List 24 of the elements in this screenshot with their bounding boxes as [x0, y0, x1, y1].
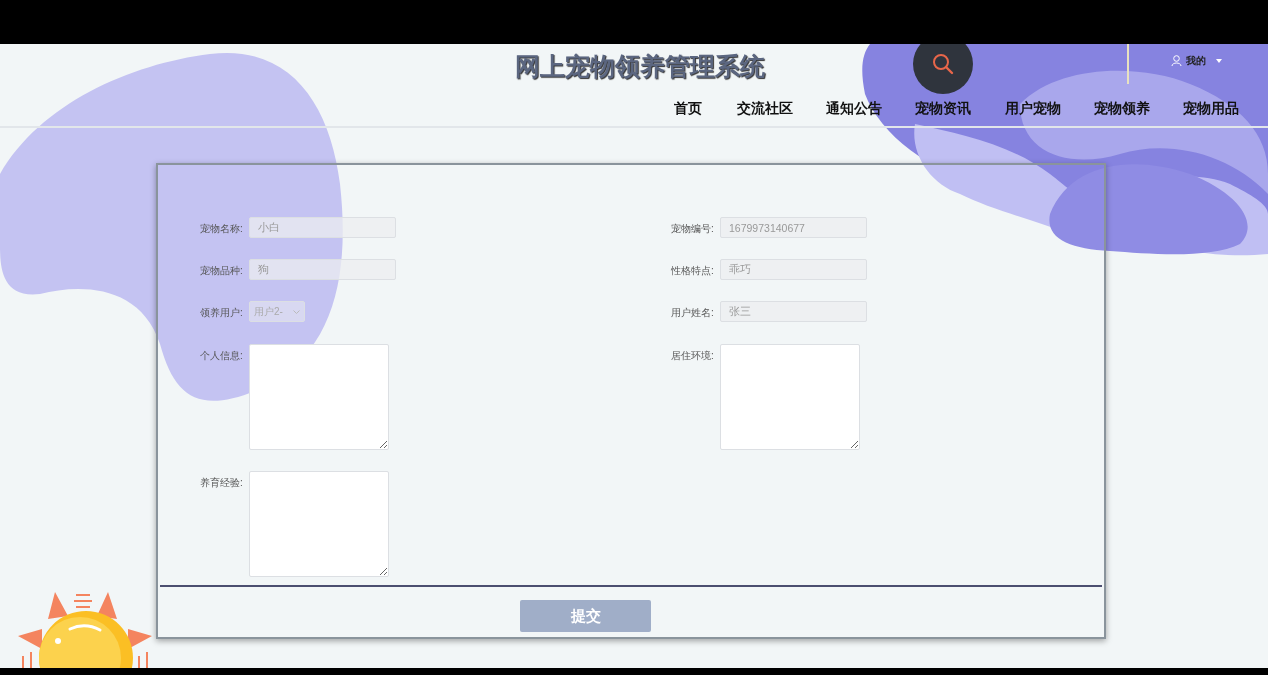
field-label: 个人信息:: [200, 348, 244, 363]
text-area[interactable]: [249, 343, 389, 450]
user-menu[interactable]: 我的: [1165, 52, 1228, 69]
text-area[interactable]: [720, 343, 860, 450]
nav-link[interactable]: 首页: [674, 101, 702, 116]
field-label: 养育经验:: [200, 475, 244, 490]
site-title: 网上宠物领养管理系统: [515, 51, 765, 82]
field-label: 宠物品种:: [200, 264, 244, 279]
nav-link[interactable]: 交流社区: [737, 101, 793, 116]
field-label: 领养用户:: [200, 306, 244, 321]
caret-icon: [1216, 58, 1222, 63]
nav-link[interactable]: 宠物用品: [1183, 101, 1239, 116]
field-label: 居住环境:: [671, 348, 715, 363]
nav-link[interactable]: 宠物领养: [1094, 101, 1150, 116]
field-label: 用户姓名:: [671, 306, 715, 321]
field-label: 宠物名称:: [200, 222, 244, 236]
text-area[interactable]: [249, 470, 389, 577]
search-icon: [932, 53, 954, 75]
user-icon: [1171, 55, 1182, 66]
chevron-icon: [293, 309, 300, 314]
field-label: 性格特点:: [671, 264, 715, 279]
field-label: 宠物编号:: [671, 222, 715, 236]
nav-link[interactable]: 宠物资讯: [915, 101, 971, 116]
nav-link[interactable]: 用户宠物: [1005, 101, 1061, 116]
